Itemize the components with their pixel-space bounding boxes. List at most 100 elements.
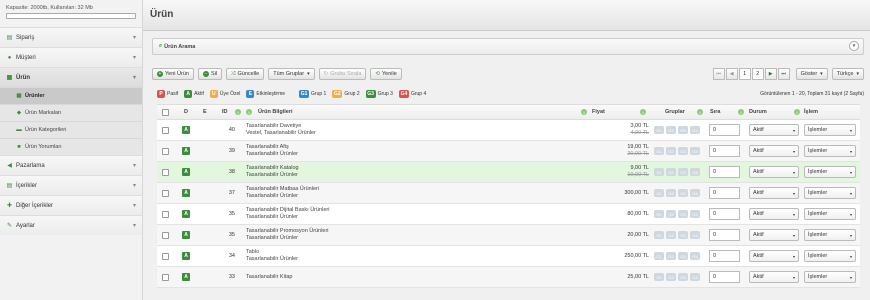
group-toggle[interactable]: G4	[690, 273, 700, 281]
col-status[interactable]: Durum	[749, 105, 767, 119]
table-row[interactable]: A 35 Tasarlanabilir Dijital Baskı Ürünleri…	[157, 204, 860, 225]
action-select[interactable]: İşlemler ▾	[804, 271, 856, 283]
group-toggle[interactable]: G2	[666, 189, 676, 197]
group-toggle[interactable]: G3	[678, 252, 688, 260]
group-toggle[interactable]: G4	[690, 252, 700, 260]
group-toggle[interactable]: G3	[678, 231, 688, 239]
sidebar-subitem-urunler[interactable]: ▦ Ürünler	[0, 87, 142, 104]
action-select[interactable]: İşlemler ▾	[804, 145, 856, 157]
status-select[interactable]: Aktif ▾	[749, 145, 799, 157]
page-1-button[interactable]: 1	[738, 68, 751, 80]
sidebar-item-ayarlar[interactable]: ✎ Ayarlar ▾	[0, 215, 142, 235]
action-select[interactable]: İşlemler ▾	[804, 208, 856, 220]
update-button[interactable]: ⤮ Güncelle	[226, 68, 265, 80]
first-page-icon[interactable]: ⏮	[712, 68, 725, 80]
row-checkbox[interactable]	[162, 147, 169, 155]
order-input[interactable]: 0	[709, 271, 740, 283]
table-row[interactable]: A 40 Tasarlanabilir Davetiye Vestel, Tasarl…	[157, 120, 860, 141]
product-name[interactable]: Tasarlanabilir Davetiye	[246, 123, 301, 130]
col-d[interactable]: D	[184, 105, 188, 119]
product-name[interactable]: Tasarlanabilir Dijital Baskı Ürünleri	[246, 207, 329, 214]
product-name[interactable]: Tasarlanabilir Promosyon Ürünleri	[246, 228, 329, 235]
table-row[interactable]: A 35 Tasarlanabilir Promosyon Ürünleri Tasa…	[157, 225, 860, 246]
group-toggle[interactable]: G2	[666, 231, 676, 239]
row-checkbox[interactable]	[162, 210, 169, 218]
select-all-checkbox[interactable]	[162, 108, 169, 116]
sidebar-subitem-urun-markalari[interactable]: ◆ Ürün Markaları	[0, 104, 142, 121]
group-toggle[interactable]: G2	[666, 147, 676, 155]
page-2-button[interactable]: 2	[751, 68, 764, 80]
col-e[interactable]: E	[203, 105, 207, 119]
col-product-info[interactable]: Ürün Bilgileri	[258, 105, 293, 119]
group-toggle[interactable]: G2	[666, 126, 676, 134]
row-checkbox[interactable]	[162, 252, 169, 260]
group-toggle[interactable]: G3	[678, 273, 688, 281]
sidebar-item-diger-icerikler[interactable]: ✚ Diğer İçerikler ▾	[0, 195, 142, 215]
group-toggle[interactable]: G4	[690, 147, 700, 155]
sidebar-item-siparis[interactable]: ▤ Sipariş ▾	[0, 27, 142, 47]
col-id[interactable]: ID	[222, 105, 228, 119]
product-name[interactable]: Tasarlanabilir Katalog	[246, 165, 299, 172]
group-toggle[interactable]: G1	[654, 168, 664, 176]
row-checkbox[interactable]	[162, 273, 169, 281]
group-toggle[interactable]: G1	[654, 189, 664, 197]
group-toggle[interactable]: G1	[654, 126, 664, 134]
group-toggle[interactable]: G3	[678, 210, 688, 218]
row-checkbox[interactable]	[162, 126, 169, 134]
row-checkbox[interactable]	[162, 231, 169, 239]
group-toggle[interactable]: G2	[666, 168, 676, 176]
language-dropdown[interactable]: Türkçe ▾	[831, 68, 864, 80]
group-toggle[interactable]: G4	[690, 210, 700, 218]
sidebar-subitem-urun-yorumlari[interactable]: ■ Ürün Yorumları	[0, 138, 142, 155]
group-toggle[interactable]: G4	[690, 168, 700, 176]
search-panel[interactable]: ⌕ Ürün Arama ▾	[152, 38, 864, 55]
group-toggle[interactable]: G4	[690, 189, 700, 197]
status-select[interactable]: Aktif ▾	[749, 229, 799, 241]
sidebar-item-urun[interactable]: ▦ Ürün ▾	[0, 67, 142, 87]
new-product-button[interactable]: + Yeni Ürün	[152, 68, 194, 80]
group-toggle[interactable]: G1	[654, 273, 664, 281]
all-groups-dropdown[interactable]: Tüm Gruplar ▾	[268, 68, 315, 80]
status-select[interactable]: Aktif ▾	[749, 208, 799, 220]
group-toggle[interactable]: G4	[690, 231, 700, 239]
product-name[interactable]: Tasarlanabilir Afiş	[246, 144, 289, 151]
order-input[interactable]: 0	[709, 250, 740, 262]
col-groups[interactable]: Gruplar	[665, 105, 685, 119]
group-toggle[interactable]: G2	[666, 210, 676, 218]
group-toggle[interactable]: G3	[678, 147, 688, 155]
group-toggle[interactable]: G1	[654, 231, 664, 239]
status-select[interactable]: Aktif ▾	[749, 187, 799, 199]
order-input[interactable]: 0	[709, 124, 740, 136]
group-toggle[interactable]: G1	[654, 147, 664, 155]
chevron-down-icon[interactable]: ▾	[849, 41, 859, 51]
product-name[interactable]: Tasarlanabilir Matbaa Ürünleri	[246, 186, 319, 193]
order-input[interactable]: 0	[709, 145, 740, 157]
row-checkbox[interactable]	[162, 168, 169, 176]
table-row[interactable]: A 34 Tablo Tasarlanabilir Ürünler 250,00 TL G…	[157, 246, 860, 267]
order-input[interactable]: 0	[709, 187, 740, 199]
delete-button[interactable]: − Sil	[197, 68, 223, 80]
status-select[interactable]: Aktif ▾	[749, 250, 799, 262]
product-name[interactable]: Tablo	[246, 249, 259, 256]
sort-group-button[interactable]: ↻ Grubu Sırala	[318, 68, 367, 80]
action-select[interactable]: İşlemler ▾	[804, 187, 856, 199]
table-row[interactable]: A 38 Tasarlanabilir Katalog Tasarlanabilir …	[157, 162, 860, 183]
sidebar-item-pazarlama[interactable]: ◀ Pazarlama ▾	[0, 155, 142, 175]
group-toggle[interactable]: G2	[666, 273, 676, 281]
sidebar-item-icerikler[interactable]: ▤ İçerikler ▾	[0, 175, 142, 195]
action-select[interactable]: İşlemler ▾	[804, 250, 856, 262]
refresh-button[interactable]: ⟲ Yenile	[370, 68, 402, 80]
status-select[interactable]: Aktif ▾	[749, 271, 799, 283]
order-input[interactable]: 0	[709, 229, 740, 241]
status-select[interactable]: Aktif ▾	[749, 166, 799, 178]
group-toggle[interactable]: G3	[678, 189, 688, 197]
prev-page-icon[interactable]: ◀	[725, 68, 738, 80]
last-page-icon[interactable]: ⏭	[777, 68, 790, 80]
group-toggle[interactable]: G2	[666, 252, 676, 260]
status-select[interactable]: Aktif ▾	[749, 124, 799, 136]
col-order[interactable]: Sıra	[710, 105, 720, 119]
action-select[interactable]: İşlemler ▾	[804, 124, 856, 136]
order-input[interactable]: 0	[709, 208, 740, 220]
group-toggle[interactable]: G3	[678, 168, 688, 176]
order-input[interactable]: 0	[709, 166, 740, 178]
